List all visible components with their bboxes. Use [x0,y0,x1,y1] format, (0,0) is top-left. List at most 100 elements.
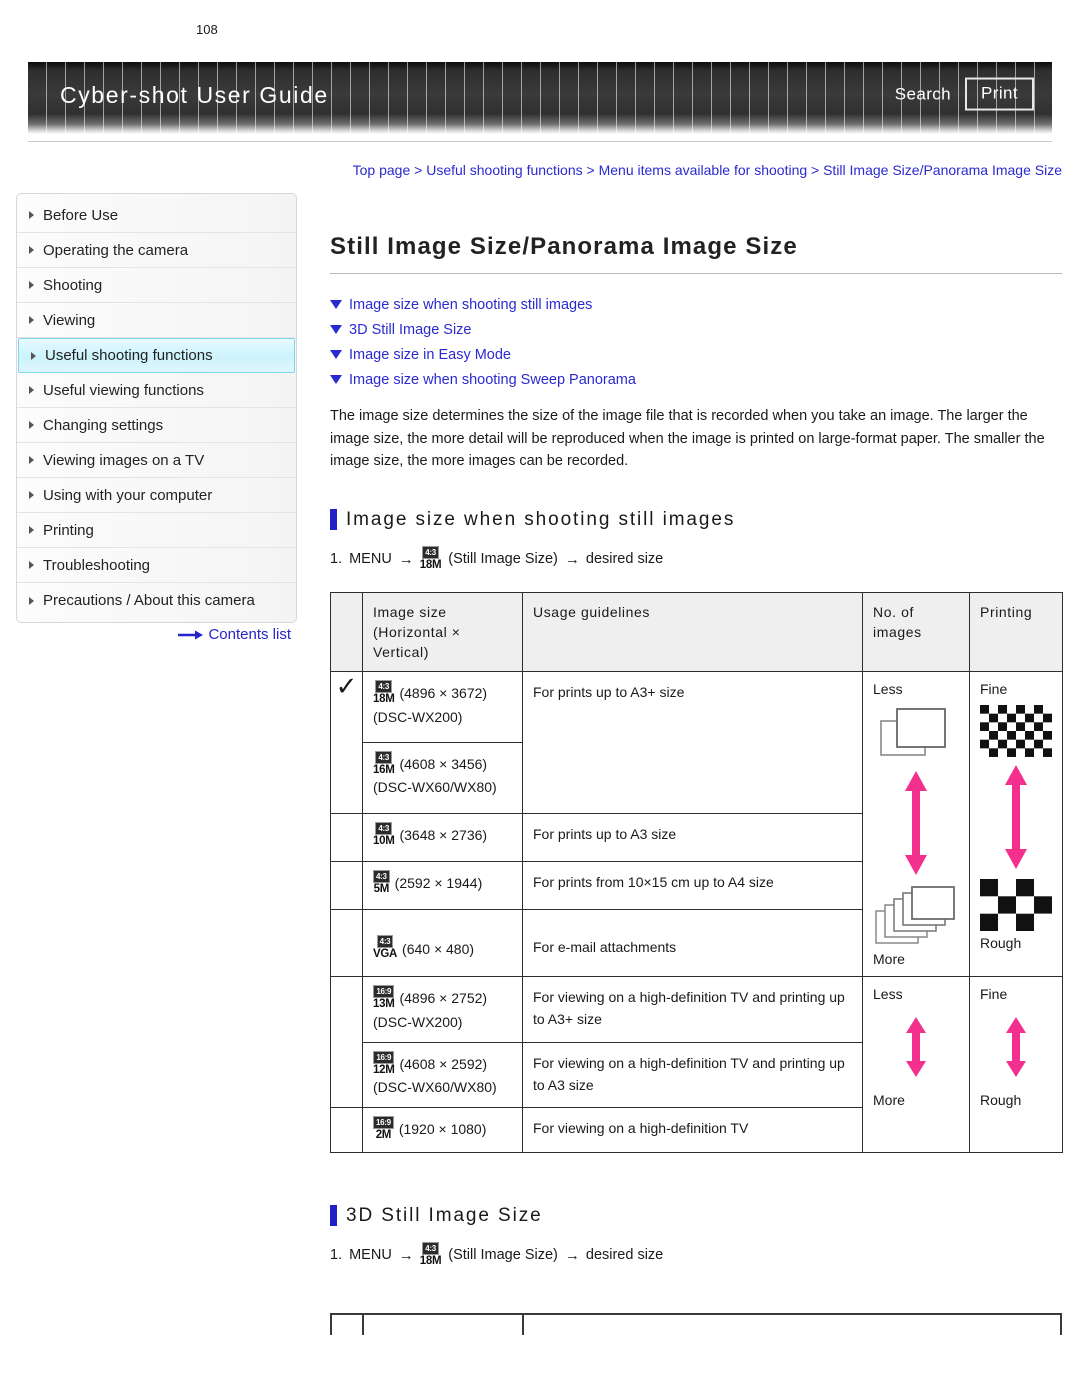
table-header-usage: Usage guidelines [522,592,863,672]
sidebar-item-label: Viewing [43,311,96,329]
cell-usage-guidelines: For prints up to A3+ size [522,671,863,814]
sidebar-item-printing[interactable]: Printing [17,513,296,548]
dimensions-label: (4608 × 3456) [399,756,488,773]
sidebar-item-before-use[interactable]: Before Use [17,198,296,233]
aspect-ratio-label: 4:3 [373,870,390,884]
menu-step-1-still: 1. MENU → 4:3 18M (Still Image Size) → d… [330,545,1062,573]
sidebar-item-operating-the-camera[interactable]: Operating the camera [17,233,296,268]
sidebar-item-viewing-images-on-a-tv[interactable]: Viewing images on a TV [17,443,296,478]
arrow-right-icon [178,630,204,639]
sidebar-item-useful-shooting-functions[interactable]: Useful shooting functions [18,338,295,373]
step-item-label: (Still Image Size) [448,1247,558,1264]
selected-indicator-cell [330,909,363,977]
aspect-ratio-label: 4:3 [375,821,393,835]
contents-list-link[interactable]: Contents list [208,626,291,643]
many-images-icon [873,885,959,947]
anchor-label: Image size when shooting still images [349,296,593,313]
arrow-right-icon: → [564,550,580,568]
double-arrow-vertical-icon [873,769,959,877]
header-actions: Search Print [895,77,1034,111]
sidebar-item-changing-settings[interactable]: Changing settings [17,408,296,443]
table-header-no-of-images: No. of images [862,592,970,672]
print-button[interactable]: Print [965,77,1034,111]
search-button[interactable]: Search [895,84,951,104]
anchor-link-image-size-sweep-panorama[interactable]: Image size when shooting Sweep Panorama [330,367,1062,392]
section-heading-3d-still-image-size: 3D Still Image Size [330,1205,1062,1227]
footer-top-border [330,1313,1062,1315]
model-label: (DSC-WX200) [373,708,463,725]
selected-indicator-cell: ✓ [330,671,363,814]
step-number: 1. [330,551,343,568]
menu-step-1-3d: 1. MENU → 4:3 18M (Still Image Size) → d… [330,1241,1062,1269]
anchor-label: Image size when shooting Sweep Panorama [349,371,636,388]
image-size-badge-icon: 16:9 13M [373,985,395,1011]
cell-no-of-images-scale: Less More [862,976,970,1153]
aspect-ratio-label: 4:3 [376,935,394,949]
chevron-right-icon [29,456,34,464]
dimensions-label: (3648 × 2736) [399,827,488,844]
arrow-right-icon: → [564,1246,580,1264]
sidebar-nav: Before Use Operating the camera Shooting… [16,193,297,623]
image-size-badge-icon: 4:3 5M [373,870,390,896]
sidebar-item-using-with-your-computer[interactable]: Using with your computer [17,478,296,513]
anchor-link-list: Image size when shooting still images 3D… [330,292,1062,392]
aspect-ratio-label: 16:9 [373,1050,395,1064]
chevron-right-icon [29,386,34,394]
sidebar-item-viewing[interactable]: Viewing [17,303,296,338]
megapixel-label: 13M [373,998,395,1010]
rough-checkerboard-icon [980,879,1052,931]
dimensions-label: (4896 × 3672) [399,685,488,702]
anchor-link-image-size-easy-mode[interactable]: Image size in Easy Mode [330,342,1062,367]
table-header-row: Image size (Horizontal × Vertical) Usage… [330,592,1063,672]
cell-usage-guidelines: For prints up to A3 size [522,812,863,863]
sidebar-item-shooting[interactable]: Shooting [17,268,296,303]
chevron-right-icon [29,211,34,219]
dimensions-label: (640 × 480) [402,940,475,957]
model-label: (DSC-WX200) [373,1013,463,1030]
contents-list-row[interactable]: Contents list [16,626,297,643]
anchor-link-3d-still-image-size[interactable]: 3D Still Image Size [330,317,1062,342]
megapixel-label: 5M [373,883,390,896]
app-title: Cyber-shot User Guide [60,81,329,108]
chevron-right-icon [29,316,34,324]
sidebar-item-label: Printing [43,521,94,539]
scale-bottom-label: More [873,951,905,967]
caret-down-icon [330,300,342,309]
cell-image-size: 4:3 16M (4608 × 3456) (DSC-WX60/WX80) [362,741,523,814]
caret-down-icon [330,325,342,334]
sidebar-item-precautions-about-this-camera[interactable]: Precautions / About this camera [17,583,296,618]
footer-tick [522,1313,524,1335]
anchor-label: 3D Still Image Size [349,321,472,338]
selected-indicator-cell [330,976,363,1108]
table-header-check [330,592,363,672]
cell-image-size: 4:3 5M (2592 × 1944) [362,861,523,911]
table-header-image-size: Image size (Horizontal × Vertical) [362,592,523,672]
table-header-printing: Printing [969,592,1063,672]
page-title: Still Image Size/Panorama Image Size [330,233,1062,274]
breadcrumb[interactable]: Top page > Useful shooting functions > M… [330,160,1062,181]
cell-image-size: 4:3 10M (3648 × 2736) [362,812,523,863]
section-heading-label: Image size when shooting still images [346,508,736,530]
megapixel-label: VGA [373,948,398,961]
section-accent-bar [330,1205,337,1226]
header-divider [28,141,1052,142]
aspect-ratio-label: 4:3 [375,750,393,764]
sidebar-item-useful-viewing-functions[interactable]: Useful viewing functions [17,373,296,408]
model-label: (DSC-WX60/WX80) [373,1079,497,1095]
chevron-right-icon [31,351,36,360]
app-header: Cyber-shot User Guide Search Print [28,62,1052,134]
aspect-ratio-label: 4:3 [422,545,439,559]
sidebar-item-label: Troubleshooting [43,556,151,574]
cell-usage-guidelines: For viewing on a high-definition TV [522,1107,863,1153]
arrow-right-icon: → [398,1246,414,1264]
sidebar-item-label: Before Use [43,206,119,224]
anchor-link-image-size-still[interactable]: Image size when shooting still images [330,292,1062,317]
chevron-right-icon [29,561,34,569]
image-size-badge-icon: 4:3 VGA [373,935,397,961]
sidebar-item-label: Changing settings [43,416,164,434]
sidebar-item-label: Viewing images on a TV [43,451,205,469]
sidebar-item-troubleshooting[interactable]: Troubleshooting [17,548,296,583]
cell-image-size: 16:9 12M (4608 × 2592) (DSC-WX60/WX80) [362,1041,523,1108]
aspect-ratio-label: 4:3 [422,1241,439,1255]
megapixel-label: 18M [419,558,442,571]
